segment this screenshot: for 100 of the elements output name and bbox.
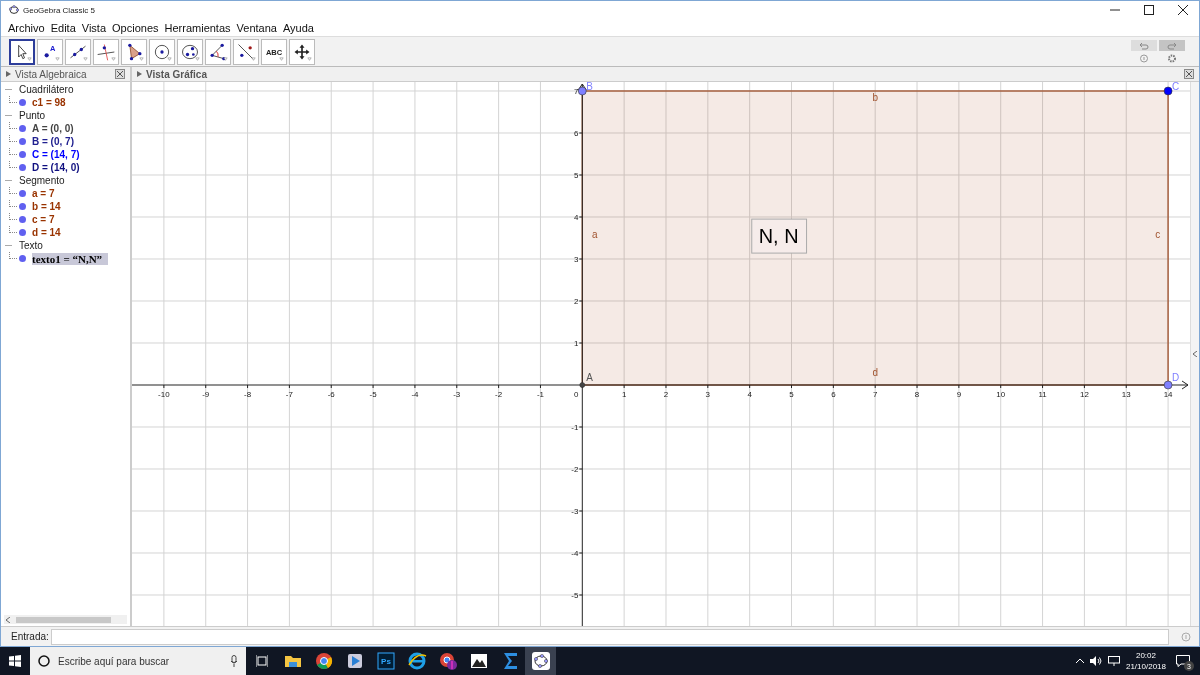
axis-tick-label: 3 <box>705 390 711 399</box>
menu-item[interactable]: Archivo <box>7 21 46 34</box>
expand-triangle-icon[interactable] <box>6 71 11 77</box>
axis-tick-label: 7 <box>873 390 878 399</box>
text-object: N, N <box>751 218 808 254</box>
algebra-item[interactable]: A = (0, 0) <box>32 123 74 134</box>
visibility-dot[interactable] <box>19 151 26 158</box>
axis-tick-label: -3 <box>571 507 579 516</box>
axis-tick-label: 2 <box>573 297 579 306</box>
menu-item[interactable]: Vista <box>80 21 108 34</box>
input-field[interactable] <box>50 628 1169 645</box>
clock-time: 20:02 <box>1135 650 1156 661</box>
algebra-item[interactable]: b = 14 <box>32 201 61 212</box>
chevron-up-icon[interactable] <box>1075 658 1084 664</box>
axis-tick-label: 3 <box>573 255 579 264</box>
axis-tick-label: 1 <box>621 390 627 399</box>
search-input[interactable]: Escribe aquí para buscar <box>56 654 224 668</box>
tool-button[interactable] <box>233 38 259 65</box>
tool-button[interactable] <box>205 38 231 65</box>
axis-tick-label: 9 <box>956 390 962 399</box>
redo-icon <box>1167 41 1177 50</box>
tool-button[interactable] <box>65 38 91 65</box>
axis-tick-label: -9 <box>202 390 210 399</box>
menu-item[interactable]: Opciones <box>111 21 160 34</box>
close-icon <box>1178 5 1188 15</box>
group-label: Segmento <box>19 175 65 186</box>
axis-tick-label: -3 <box>453 390 461 399</box>
expand-triangle-icon[interactable] <box>137 71 142 77</box>
axis-tick-label: -2 <box>571 465 579 474</box>
axis-tick-label: -1 <box>536 390 544 399</box>
axis-tick-label: 14 <box>1163 390 1173 399</box>
visibility-dot[interactable] <box>19 229 26 236</box>
tool-button[interactable] <box>121 38 147 65</box>
windows-icon <box>9 655 21 667</box>
tool-button[interactable] <box>149 38 175 65</box>
axis-tick-label: 13 <box>1121 390 1131 399</box>
app-logo-icon <box>9 5 19 15</box>
task-view-icon <box>255 655 268 667</box>
reflection-line-icon <box>236 41 256 62</box>
visibility-dot[interactable] <box>19 255 26 262</box>
tool-button[interactable] <box>9 38 35 65</box>
axis-tick-label: 0 <box>574 390 579 399</box>
axis-tick-label: 11 <box>1038 390 1047 399</box>
algebra-item[interactable]: c1 = 98 <box>32 97 66 108</box>
tool-button[interactable] <box>177 38 203 65</box>
visibility-dot[interactable] <box>19 190 26 197</box>
axis-tick-label: -4 <box>571 549 579 558</box>
algebra-item[interactable]: d = 14 <box>32 227 61 238</box>
undo-icon <box>1139 41 1149 50</box>
algebra-item[interactable]: D = (14, 0) <box>32 162 80 173</box>
panel-title: Vista Gráfica <box>146 68 208 80</box>
visibility-dot[interactable] <box>19 138 26 145</box>
menu-item[interactable]: Herramientas <box>163 21 232 34</box>
vertical-scrollbar[interactable] <box>1190 82 1199 626</box>
axis-tick-label: -5 <box>571 591 579 600</box>
algebra-item[interactable]: C = (14, 7) <box>32 149 80 160</box>
axis-tick-label: 10 <box>996 390 1006 399</box>
axis-tick-label: 7 <box>573 87 579 96</box>
visibility-dot[interactable] <box>19 216 26 223</box>
menu-item[interactable]: Ayuda <box>281 21 315 34</box>
axis-tick-label: 4 <box>747 390 752 399</box>
taskbar-search-box[interactable]: Escribe aquí para buscar <box>30 647 246 675</box>
window-title: GeoGebra Classic 5 <box>23 5 97 15</box>
angle-icon <box>208 41 228 62</box>
visibility-dot[interactable] <box>19 164 26 171</box>
axis-tick-label: 4 <box>573 213 579 222</box>
speaker-icon[interactable] <box>1089 656 1102 666</box>
visibility-dot[interactable] <box>19 203 26 210</box>
notification-icon[interactable] <box>1176 655 1190 667</box>
algebra-item[interactable]: a = 7 <box>32 188 55 199</box>
panel-title: Vista Algebraica <box>15 68 88 80</box>
graphics-canvas[interactable]: 7 B C b 6 5 4 a N, N c 3 2 1 A d D -10 -9 -8 -7 -6 -5 -4 -3 -2 -1 0 1 2 3 4 5 6 7 8 9 10 11 12 13 14 -1 -2 -3 -4 -5 <box>132 82 1190 626</box>
algebra-item[interactable]: c = 7 <box>32 214 55 225</box>
visibility-dot[interactable] <box>19 99 26 106</box>
tool-button[interactable] <box>289 38 315 65</box>
axis-tick-label: 5 <box>573 171 579 180</box>
visibility-dot[interactable] <box>19 125 26 132</box>
axis-tick-label: -4 <box>411 390 419 399</box>
algebra-item[interactable]: texto1 = “N,N” <box>32 252 109 265</box>
segment-label: b <box>872 92 878 104</box>
axis-tick-label: 12 <box>1079 390 1089 399</box>
axis-tick-label: -2 <box>495 390 503 399</box>
algebra-item[interactable]: B = (0, 7) <box>32 136 74 147</box>
point-label: D <box>1172 372 1180 383</box>
horizontal-scrollbar[interactable] <box>4 615 127 624</box>
menu-item[interactable]: Ventana <box>235 21 278 34</box>
network-icon[interactable] <box>1107 656 1120 666</box>
axis-tick-label: -1 <box>571 423 579 432</box>
perpendicular-line-icon <box>96 41 116 62</box>
axis-tick-label: -10 <box>158 390 170 399</box>
group-label: Texto <box>19 240 43 251</box>
axis-tick-label: 5 <box>789 390 794 399</box>
menu-item[interactable]: Edita <box>49 21 77 34</box>
clock-date: 21/10/2018 <box>1125 661 1166 672</box>
microphone-icon[interactable] <box>230 655 238 667</box>
axis-tick-label: 1 <box>573 339 579 348</box>
axis-tick-label: 2 <box>663 390 669 399</box>
maximize-icon <box>1144 5 1154 15</box>
segment-label: d <box>872 367 878 379</box>
taskbar-app-button[interactable] <box>525 647 556 675</box>
